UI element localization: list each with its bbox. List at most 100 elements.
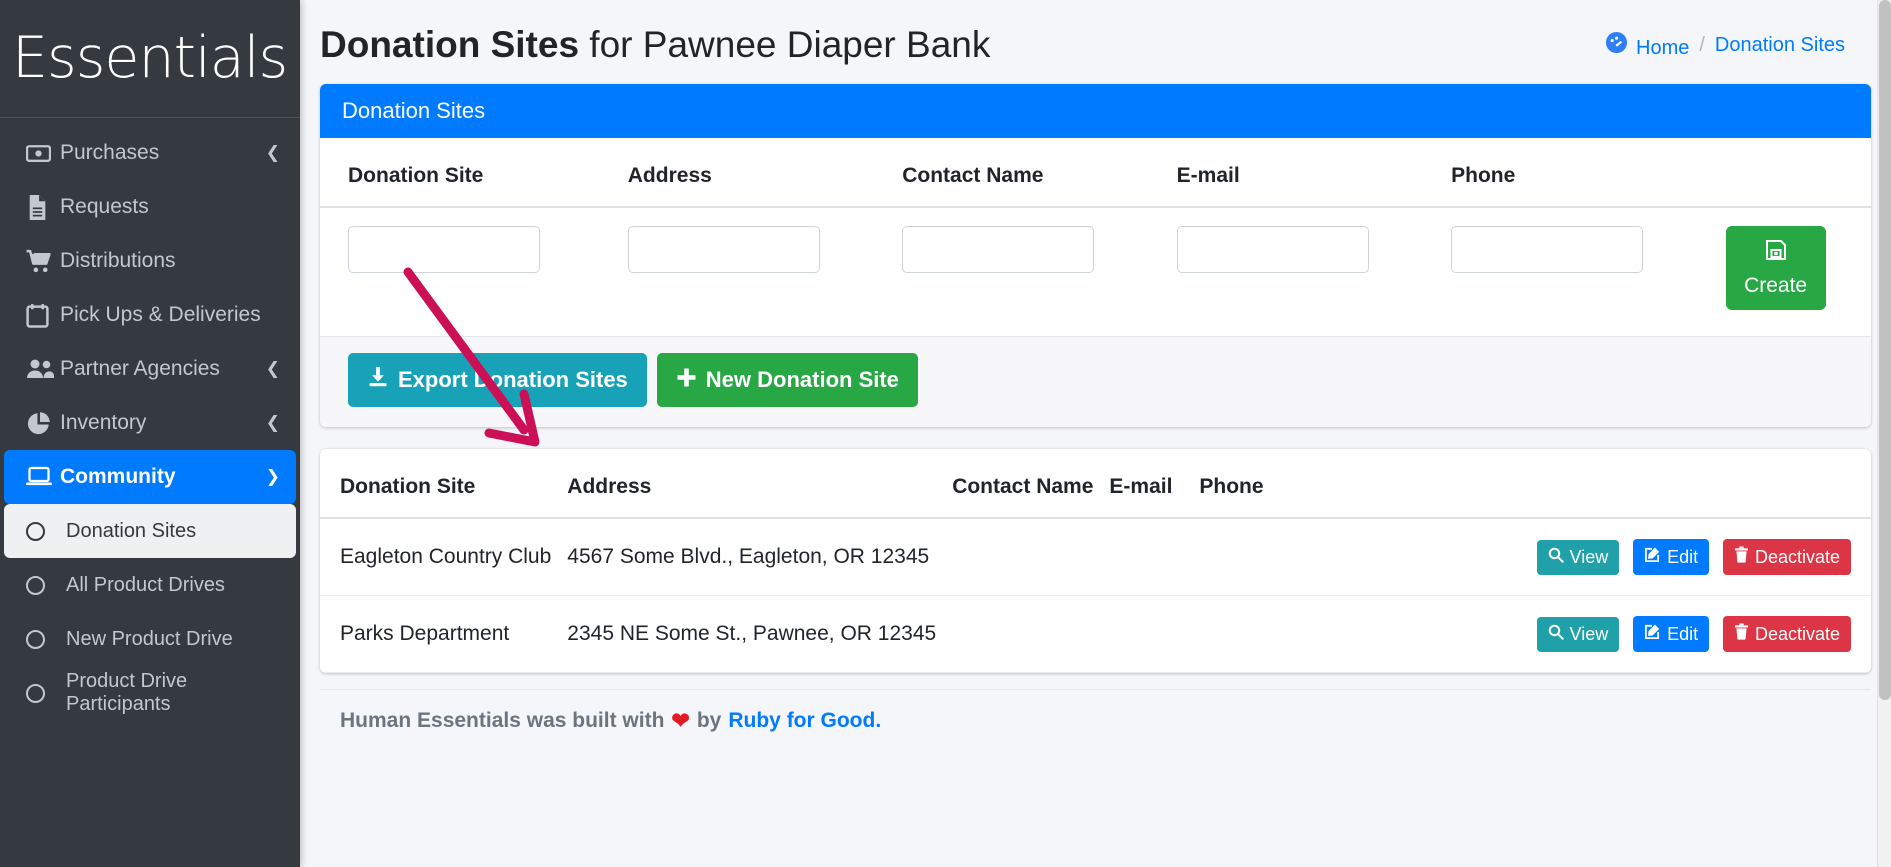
cell-row-actions: View Edit Deactivate — [1191, 518, 1871, 596]
sidebar: Essentials Purchases ❮ Requests Distribu… — [0, 0, 300, 867]
sidebar-item-product-drive-participants[interactable]: Product Drive Participants — [4, 666, 296, 720]
cell-address-input — [618, 207, 892, 336]
heart-icon: ❤ — [671, 708, 690, 733]
new-donation-site-button[interactable]: New Donation Site — [656, 353, 918, 407]
deactivate-button[interactable]: Deactivate — [1722, 616, 1851, 652]
sidebar-subitem-label: Product Drive Participants — [66, 670, 188, 715]
donation-sites-results-card: Donation Site Address Contact Name E-mai… — [320, 449, 1871, 673]
sidebar-item-label: Inventory — [60, 411, 147, 434]
filter-col-phone: Phone — [1441, 138, 1716, 208]
donation-sites-table: Donation Site Address Contact Name E-mai… — [320, 449, 1871, 673]
filter-col-email: E-mail — [1166, 138, 1442, 208]
sidebar-item-distributions[interactable]: Distributions — [4, 234, 296, 288]
cell-email — [1101, 595, 1192, 673]
filter-form: Donation Site Address Contact Name E-mai… — [320, 138, 1871, 336]
view-button-label: View — [1569, 546, 1609, 567]
sidebar-item-requests[interactable]: Requests — [4, 180, 296, 234]
filter-table: Donation Site Address Contact Name E-mai… — [320, 138, 1871, 336]
deactivate-button[interactable]: Deactivate — [1722, 539, 1851, 575]
card-header: Donation Sites — [320, 84, 1871, 138]
brand-logo[interactable]: Essentials — [0, 0, 300, 118]
breadcrumb-home-link[interactable]: Home — [1605, 31, 1689, 60]
filter-input-row: Create — [320, 207, 1871, 336]
cell-donation-site-input — [320, 207, 618, 336]
money-bill-icon — [26, 141, 60, 166]
sidebar-subitem-label: All Product Drives — [66, 573, 225, 596]
calendar-icon — [26, 303, 60, 328]
address-input[interactable] — [627, 226, 820, 273]
phone-input[interactable] — [1451, 226, 1644, 273]
circle-icon — [26, 683, 66, 703]
create-button[interactable]: Create — [1725, 226, 1826, 310]
results-col-donation-site: Donation Site — [320, 449, 560, 519]
cell-phone-input — [1441, 207, 1715, 336]
view-button-label: View — [1569, 623, 1609, 644]
ruby-for-good-link[interactable]: Ruby for Good. — [728, 709, 881, 733]
results-col-phone: Phone — [1191, 449, 1871, 519]
trash-icon — [1734, 546, 1749, 568]
file-alt-icon — [26, 194, 60, 220]
sidebar-item-new-product-drive[interactable]: New Product Drive — [4, 612, 296, 666]
page-footer: Human Essentials was built with ❤ by Rub… — [320, 689, 1871, 734]
filter-col-address: Address — [617, 138, 893, 208]
table-row: Eagleton Country Club 4567 Some Blvd., E… — [320, 518, 1871, 596]
vertical-scrollbar[interactable] — [1877, 0, 1891, 867]
breadcrumb-current-link[interactable]: Donation Sites — [1715, 34, 1845, 57]
filter-header-row: Donation Site Address Contact Name E-mai… — [320, 138, 1871, 208]
search-magnifier-icon — [1548, 547, 1564, 568]
cell-contact-name — [944, 595, 1102, 673]
footer-text-middle: by — [696, 709, 722, 732]
breadcrumb-separator: / — [1699, 33, 1705, 56]
cards-container: Donation Sites Donation Site Address Con… — [300, 84, 1891, 734]
filter-col-contact-name: Contact Name — [892, 138, 1167, 208]
sidebar-item-community[interactable]: Community ❯ — [4, 450, 296, 504]
page-title-rest: for Pawnee Diaper Bank — [579, 24, 991, 65]
donation-site-input[interactable] — [348, 226, 540, 273]
sidebar-item-all-product-drives[interactable]: All Product Drives — [4, 558, 296, 612]
sidebar-item-pickups-deliveries[interactable]: Pick Ups & Deliveries — [4, 288, 296, 342]
circle-icon — [26, 629, 66, 649]
breadcrumb: Home / Donation Sites — [1605, 31, 1845, 60]
sidebar-nav: Purchases ❮ Requests Distributions Pick … — [0, 118, 300, 720]
cell-email — [1101, 518, 1192, 596]
cell-contact-name — [944, 518, 1102, 596]
cell-donation-site: Eagleton Country Club — [320, 518, 560, 596]
results-header-row: Donation Site Address Contact Name E-mai… — [320, 449, 1871, 519]
results-col-email: E-mail — [1101, 449, 1192, 519]
breadcrumb-home-label: Home — [1636, 36, 1690, 59]
main-content: Donation Sites for Pawnee Diaper Bank Ho… — [300, 0, 1891, 867]
tachometer-dashboard-icon — [1605, 31, 1628, 54]
view-button[interactable]: View — [1536, 616, 1620, 652]
page-title: Donation Sites for Pawnee Diaper Bank — [320, 24, 990, 66]
sidebar-item-label: Community — [60, 465, 176, 488]
pen-square-icon — [1644, 546, 1661, 568]
cell-create-button: Create — [1716, 207, 1871, 336]
sidebar-item-purchases[interactable]: Purchases ❮ — [4, 126, 296, 180]
sidebar-item-label: Partner Agencies — [60, 357, 220, 380]
chevron-left-icon: ❮ — [265, 412, 280, 433]
download-icon — [367, 366, 389, 394]
create-button-label: Create — [1744, 274, 1808, 297]
sidebar-item-donation-sites[interactable]: Donation Sites — [4, 504, 296, 558]
scrollbar-thumb[interactable] — [1879, 0, 1891, 700]
donation-sites-filter-card: Donation Sites Donation Site Address Con… — [320, 84, 1871, 427]
users-icon — [26, 358, 60, 380]
sidebar-item-label: Purchases — [60, 141, 160, 164]
app-root: Essentials Purchases ❮ Requests Distribu… — [0, 0, 1891, 867]
sidebar-item-label: Pick Ups & Deliveries — [60, 303, 261, 326]
results-col-contact-name: Contact Name — [944, 449, 1102, 519]
sidebar-item-partner-agencies[interactable]: Partner Agencies ❮ — [4, 342, 296, 396]
cell-email-input — [1167, 207, 1441, 336]
circle-icon — [26, 575, 66, 595]
edit-button[interactable]: Edit — [1633, 616, 1710, 652]
deactivate-button-label: Deactivate — [1754, 623, 1840, 644]
edit-button[interactable]: Edit — [1633, 539, 1710, 575]
sidebar-item-inventory[interactable]: Inventory ❮ — [4, 396, 296, 450]
contact-name-input[interactable] — [902, 226, 1095, 273]
view-button[interactable]: View — [1536, 539, 1620, 575]
export-donation-sites-button[interactable]: Export Donation Sites — [348, 353, 647, 407]
email-input[interactable] — [1176, 226, 1369, 273]
pen-square-icon — [1644, 623, 1661, 645]
export-button-label: Export Donation Sites — [398, 367, 628, 392]
new-donation-site-button-label: New Donation Site — [705, 367, 899, 392]
